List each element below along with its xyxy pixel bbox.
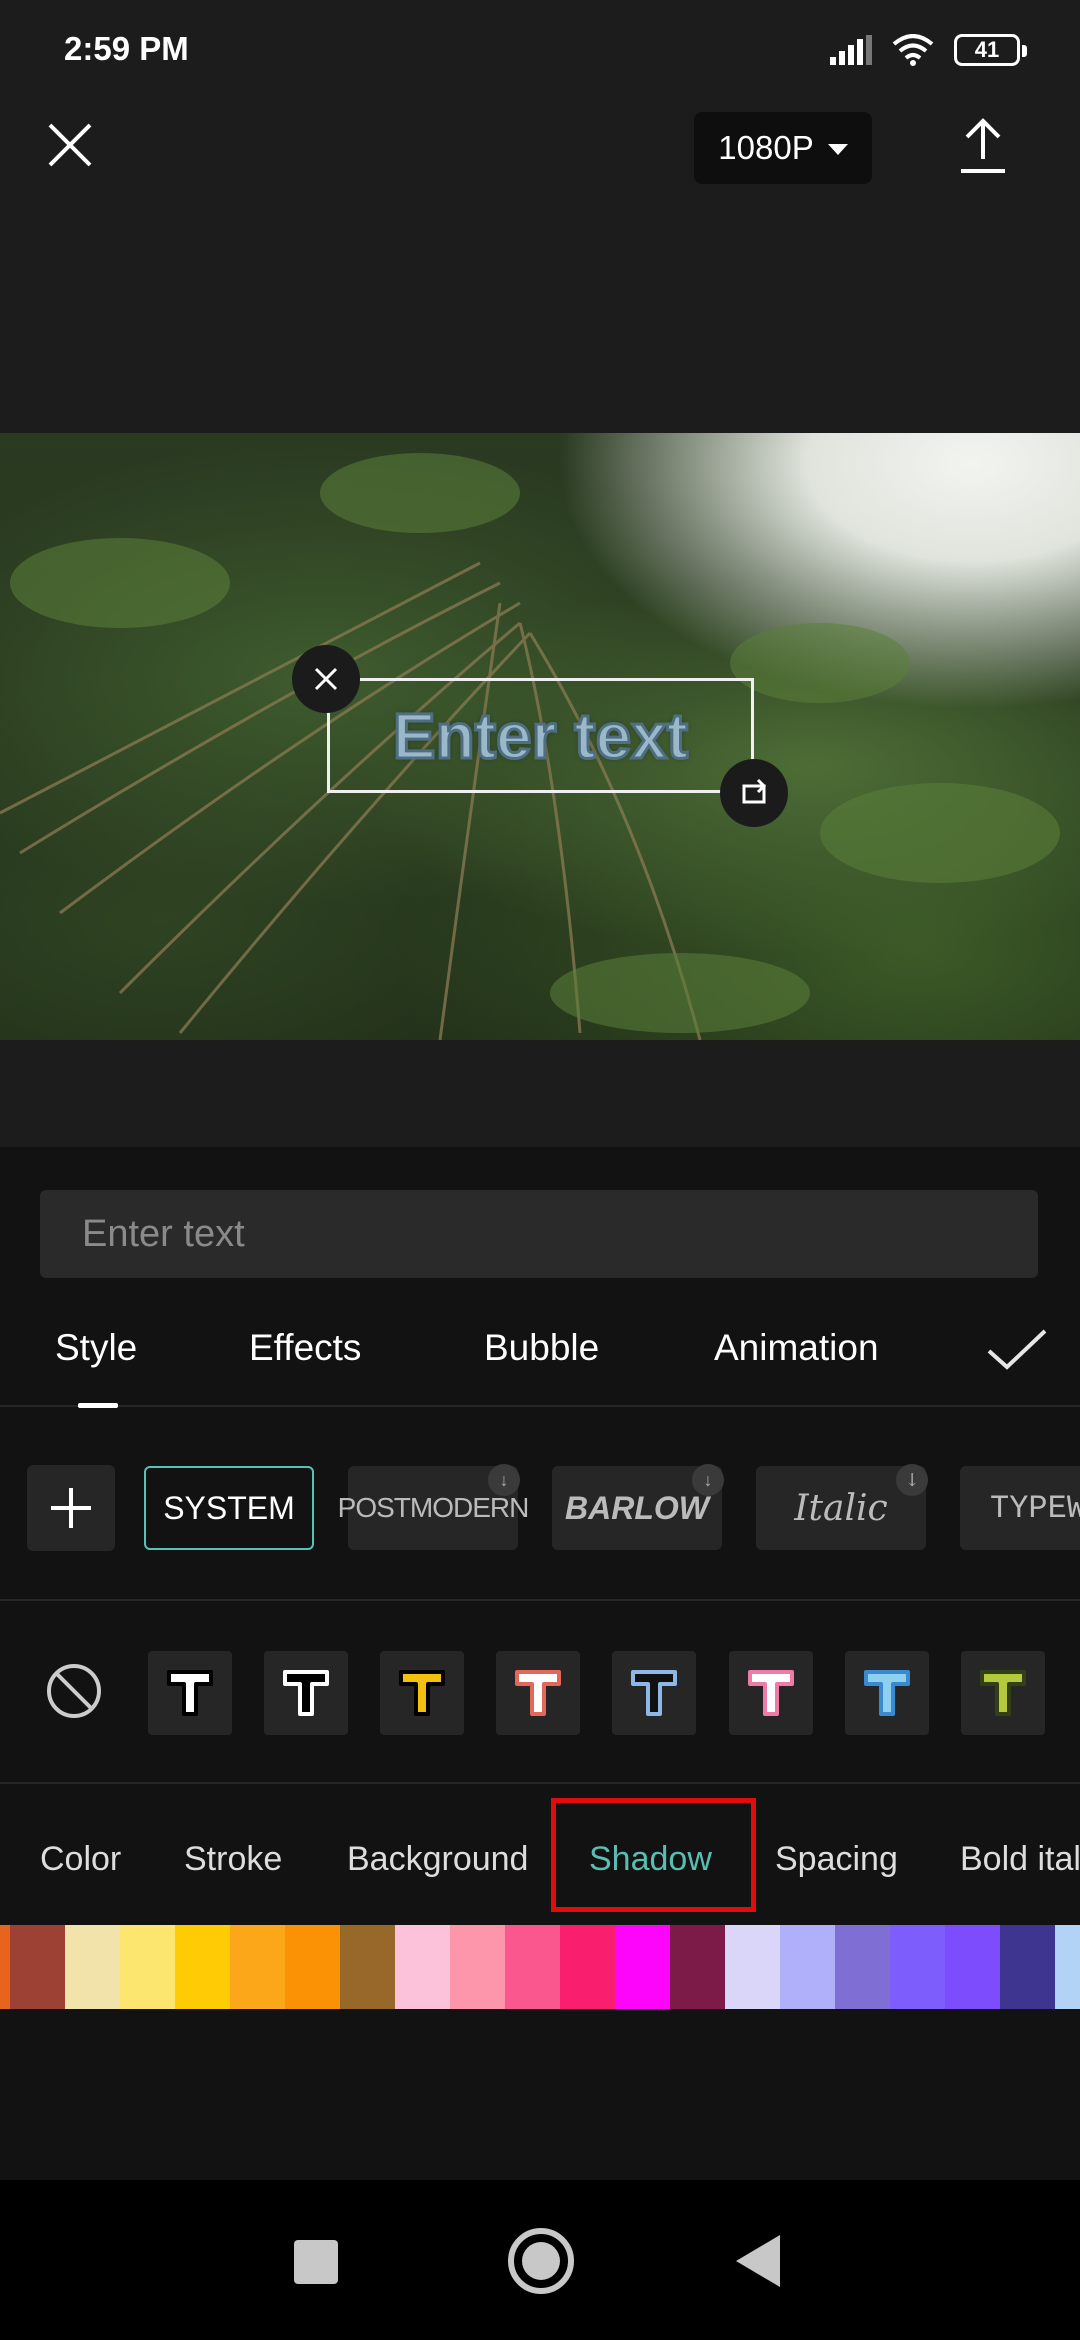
- color-swatch[interactable]: [175, 1925, 230, 2009]
- highlight-annotation: [551, 1798, 756, 1912]
- style-preset-2[interactable]: [264, 1651, 349, 1735]
- style-presets: [0, 1601, 1080, 1784]
- resolution-button[interactable]: 1080P: [694, 112, 872, 184]
- font-barlow[interactable]: BARLOW ↓: [552, 1464, 724, 1550]
- tab-bubble[interactable]: Bubble: [484, 1327, 599, 1369]
- editor-tabs: Style Effects Bubble Animation: [0, 1297, 1080, 1407]
- style-preset-5[interactable]: [612, 1651, 697, 1735]
- text-style-icon: [631, 1670, 678, 1716]
- color-swatch[interactable]: [560, 1925, 615, 2009]
- font-postmodern[interactable]: POSTMODERN ↓: [338, 1464, 529, 1550]
- export-icon[interactable]: [955, 115, 1011, 177]
- subtab-background[interactable]: Background: [347, 1840, 528, 1879]
- tab-style[interactable]: Style: [55, 1327, 137, 1369]
- text-overlay-label: Enter text: [391, 698, 689, 773]
- check-icon[interactable]: [985, 1325, 1049, 1373]
- color-swatch[interactable]: [285, 1925, 340, 2009]
- back-button[interactable]: [736, 2235, 780, 2287]
- subtab-bold-italic[interactable]: Bold ital: [960, 1840, 1080, 1879]
- color-swatch[interactable]: [0, 1925, 10, 2009]
- style-preset-1[interactable]: [148, 1651, 232, 1735]
- color-swatch[interactable]: [725, 1925, 780, 2009]
- recents-button[interactable]: [294, 2240, 338, 2284]
- font-italic[interactable]: Italic ↓: [756, 1464, 928, 1550]
- text-style-icon: [979, 1670, 1026, 1716]
- battery-icon: 41: [954, 34, 1027, 66]
- font-label: BARLOW: [565, 1489, 709, 1526]
- close-icon: [314, 667, 338, 691]
- color-swatch[interactable]: [120, 1925, 175, 2009]
- color-swatch[interactable]: [1000, 1925, 1055, 2009]
- color-swatch[interactable]: [450, 1925, 505, 2009]
- system-nav-bar: [0, 2180, 1080, 2340]
- video-preview[interactable]: Enter text: [0, 433, 1080, 1040]
- color-swatch[interactable]: [65, 1925, 120, 2009]
- download-icon: ↓: [488, 1464, 520, 1496]
- font-typewriter[interactable]: TYPEW: [960, 1466, 1080, 1550]
- text-overlay-box[interactable]: Enter text: [327, 678, 754, 793]
- font-label: SYSTEM: [163, 1489, 295, 1526]
- text-style-icon: [515, 1670, 562, 1716]
- download-icon: ↓: [896, 1464, 928, 1496]
- color-swatch[interactable]: [395, 1925, 450, 2009]
- preview-spacer: [0, 1040, 1080, 1147]
- style-preset-7[interactable]: [844, 1651, 929, 1735]
- color-swatch[interactable]: [945, 1925, 1000, 2009]
- rotate-scale-handle[interactable]: [720, 759, 788, 827]
- signal-icon: [830, 35, 872, 65]
- color-swatch[interactable]: [615, 1925, 670, 2009]
- subtab-color[interactable]: Color: [40, 1840, 121, 1879]
- home-button[interactable]: [508, 2228, 574, 2294]
- color-swatch[interactable]: [835, 1925, 890, 2009]
- text-style-icon: [863, 1670, 910, 1716]
- download-icon: ↓: [692, 1464, 724, 1496]
- delete-text-button[interactable]: [292, 645, 360, 713]
- style-preset-3[interactable]: [380, 1651, 465, 1735]
- color-swatch[interactable]: [780, 1925, 835, 2009]
- font-list: SYSTEM POSTMODERN ↓ BARLOW ↓ Italic ↓ TY…: [0, 1447, 1080, 1601]
- font-system[interactable]: SYSTEM: [144, 1466, 314, 1550]
- style-preset-6[interactable]: [728, 1651, 813, 1735]
- subtab-spacing[interactable]: Spacing: [775, 1840, 898, 1879]
- status-icons: 41: [830, 30, 1027, 70]
- close-icon[interactable]: [40, 115, 100, 175]
- active-tab-indicator: [78, 1403, 118, 1408]
- font-label: TYPEW: [990, 1489, 1080, 1527]
- subtab-stroke[interactable]: Stroke: [184, 1840, 282, 1879]
- no-style-icon[interactable]: [44, 1661, 104, 1721]
- wifi-icon: [892, 34, 934, 66]
- color-swatches: [0, 1925, 1080, 2009]
- color-swatch[interactable]: [1055, 1925, 1080, 2009]
- color-swatch[interactable]: [10, 1925, 65, 2009]
- text-input[interactable]: [40, 1190, 1038, 1278]
- status-time: 2:59 PM: [64, 30, 189, 67]
- add-font-button[interactable]: [27, 1465, 115, 1551]
- color-swatch[interactable]: [230, 1925, 285, 2009]
- rotate-icon: [742, 778, 767, 804]
- color-swatch[interactable]: [890, 1925, 945, 2009]
- color-swatch[interactable]: [670, 1925, 725, 2009]
- tab-animation[interactable]: Animation: [714, 1327, 879, 1369]
- color-swatch[interactable]: [340, 1925, 395, 2009]
- resolution-label: 1080P: [718, 129, 814, 166]
- text-style-icon: [747, 1670, 794, 1716]
- chevron-down-icon: [827, 143, 848, 155]
- text-style-icon: [399, 1670, 446, 1716]
- color-swatch[interactable]: [505, 1925, 560, 2009]
- style-preset-8[interactable]: [960, 1651, 1045, 1735]
- plus-icon: [51, 1488, 91, 1528]
- tab-effects[interactable]: Effects: [249, 1327, 361, 1369]
- style-preset-4[interactable]: [496, 1651, 581, 1735]
- text-style-icon: [283, 1670, 330, 1716]
- font-label: Italic: [794, 1487, 888, 1529]
- font-label: POSTMODERN: [337, 1492, 530, 1523]
- text-style-icon: [167, 1670, 213, 1716]
- top-bar: 2:59 PM 41 1080P: [0, 0, 1080, 435]
